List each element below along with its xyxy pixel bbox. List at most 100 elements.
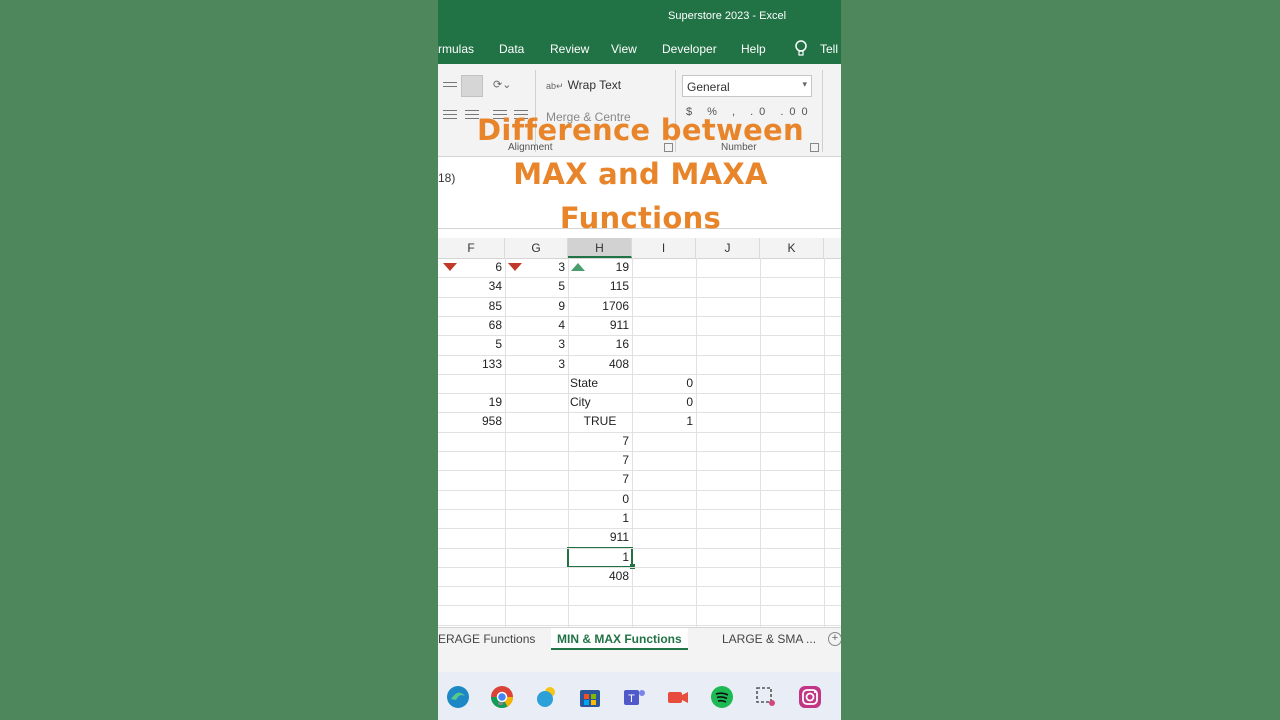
edge-icon[interactable] [445,684,471,710]
column-headers: F G H I J K [438,238,841,259]
cell-h10[interactable]: 7 [568,432,632,451]
align-top-icon[interactable] [443,82,457,94]
cell-h11[interactable]: 7 [568,451,632,470]
number-format-select[interactable]: General ▾ [682,75,812,97]
cell-h1[interactable]: 19 [568,258,632,277]
svg-text:T: T [628,693,635,705]
sheet-tab-bar: ERAGE Functions MIN & MAX Functions LARG… [438,627,841,650]
chevron-down-icon: ▾ [802,79,807,89]
caption-line-3: Functions [559,201,722,235]
grid-line [438,625,841,626]
sheet-tab-large-small[interactable]: LARGE & SMA ... [716,628,822,650]
cell-h2[interactable]: 115 [568,277,632,296]
caption-line-1: Difference between [477,113,804,147]
lightbulb-icon[interactable] [794,40,808,58]
tab-developer[interactable]: Developer [662,42,717,56]
column-header-i[interactable]: I [632,238,696,258]
caption-line-2: MAX and MAXA [513,157,768,191]
ribbon-tabs: rmulas Data Review View Developer Help T… [438,34,841,64]
cell-f5[interactable]: 5 [438,335,505,354]
cell-g3[interactable]: 9 [505,297,568,316]
title-bar: Superstore 2023 - Excel [438,0,841,34]
align-left-icon[interactable] [443,110,457,122]
grid-line [438,567,841,568]
camera-icon[interactable] [665,684,691,710]
instagram-icon[interactable] [797,684,823,710]
cell-i9[interactable]: 1 [632,412,696,431]
tab-tell-me[interactable]: Tell [820,42,838,56]
cell-h16[interactable]: 1 [568,548,632,567]
cell-f4[interactable]: 68 [438,316,505,335]
cell-g1[interactable]: 3 [505,258,568,277]
snipping-tool-icon[interactable] [753,684,779,710]
cell-h15[interactable]: 911 [568,528,632,547]
grid-line [824,258,825,627]
cell-g4[interactable]: 4 [505,316,568,335]
ribbon-separator [822,70,823,152]
cell-f6[interactable]: 133 [438,355,505,374]
column-header-k[interactable]: K [760,238,824,258]
cell-h13[interactable]: 0 [568,490,632,509]
cell-h17[interactable]: 408 [568,567,632,586]
grid-line [632,258,633,627]
cell-h6[interactable]: 408 [568,355,632,374]
number-format-value: General [687,80,730,94]
grid-line [438,432,841,433]
grid-line [438,509,841,510]
chrome-icon[interactable] [489,684,515,710]
video-caption: Difference between MAX and MAXA Function… [468,108,813,240]
cell-h8[interactable]: City [568,393,634,412]
cell-h9[interactable]: TRUE [568,412,632,431]
tab-data[interactable]: Data [499,42,524,56]
cell-f1[interactable]: 6 [438,258,505,277]
cell-i7[interactable]: 0 [632,374,696,393]
grid-line [438,586,841,587]
cell-h3[interactable]: 1706 [568,297,632,316]
running-indicator [498,702,503,705]
cell-f2[interactable]: 34 [438,277,505,296]
orientation-icon[interactable]: ⟳⌄ [493,78,511,91]
status-bar [438,650,841,672]
column-header-h[interactable]: H [568,238,632,258]
cell-h14[interactable]: 1 [568,509,632,528]
weather-icon[interactable] [533,684,559,710]
cell-h12[interactable]: 7 [568,470,632,489]
formula-text: 18) [438,171,456,185]
grid-line [438,490,841,491]
grid-line [696,258,697,627]
spotify-icon[interactable] [709,684,735,710]
sheet-tab-min-max[interactable]: MIN & MAX Functions [551,628,688,650]
column-header-f[interactable]: F [438,238,505,258]
column-header-j[interactable]: J [696,238,760,258]
cell-i8[interactable]: 0 [632,393,696,412]
grid-line [438,605,841,606]
align-middle-icon[interactable] [461,75,483,97]
teams-icon[interactable]: T [621,684,647,710]
cell-g5[interactable]: 3 [505,335,568,354]
wrap-text-button[interactable]: ab↵ Wrap Text [546,78,621,92]
add-sheet-icon[interactable]: + [828,632,841,646]
cell-h5[interactable]: 16 [568,335,632,354]
cell-h7[interactable]: State [568,374,634,393]
column-header-g[interactable]: G [505,238,568,258]
wrap-text-icon: ab↵ [546,81,564,91]
store-icon[interactable] [577,684,603,710]
tab-view[interactable]: View [611,42,637,56]
cell-f3[interactable]: 85 [438,297,505,316]
tab-formulas[interactable]: rmulas [438,42,474,56]
grid-line [438,470,841,471]
wrap-text-label: Wrap Text [567,78,622,92]
grid-line [438,451,841,452]
taskbar: T [438,672,841,720]
cell-h4[interactable]: 911 [568,316,632,335]
cell-grid[interactable]: 6 3 19 34 5 115 85 9 1706 68 4 911 5 3 16 133 3 408 State 0… [438,258,841,627]
cell-g2[interactable]: 5 [505,277,568,296]
grid-line [438,528,841,529]
sheet-tab-average[interactable]: ERAGE Functions [438,628,541,650]
cell-g6[interactable]: 3 [505,355,568,374]
window-title: Superstore 2023 - Excel [668,10,787,22]
cell-f8[interactable]: 19 [438,393,505,412]
cell-f9[interactable]: 958 [438,412,505,431]
tab-review[interactable]: Review [550,42,589,56]
tab-help[interactable]: Help [741,42,766,56]
